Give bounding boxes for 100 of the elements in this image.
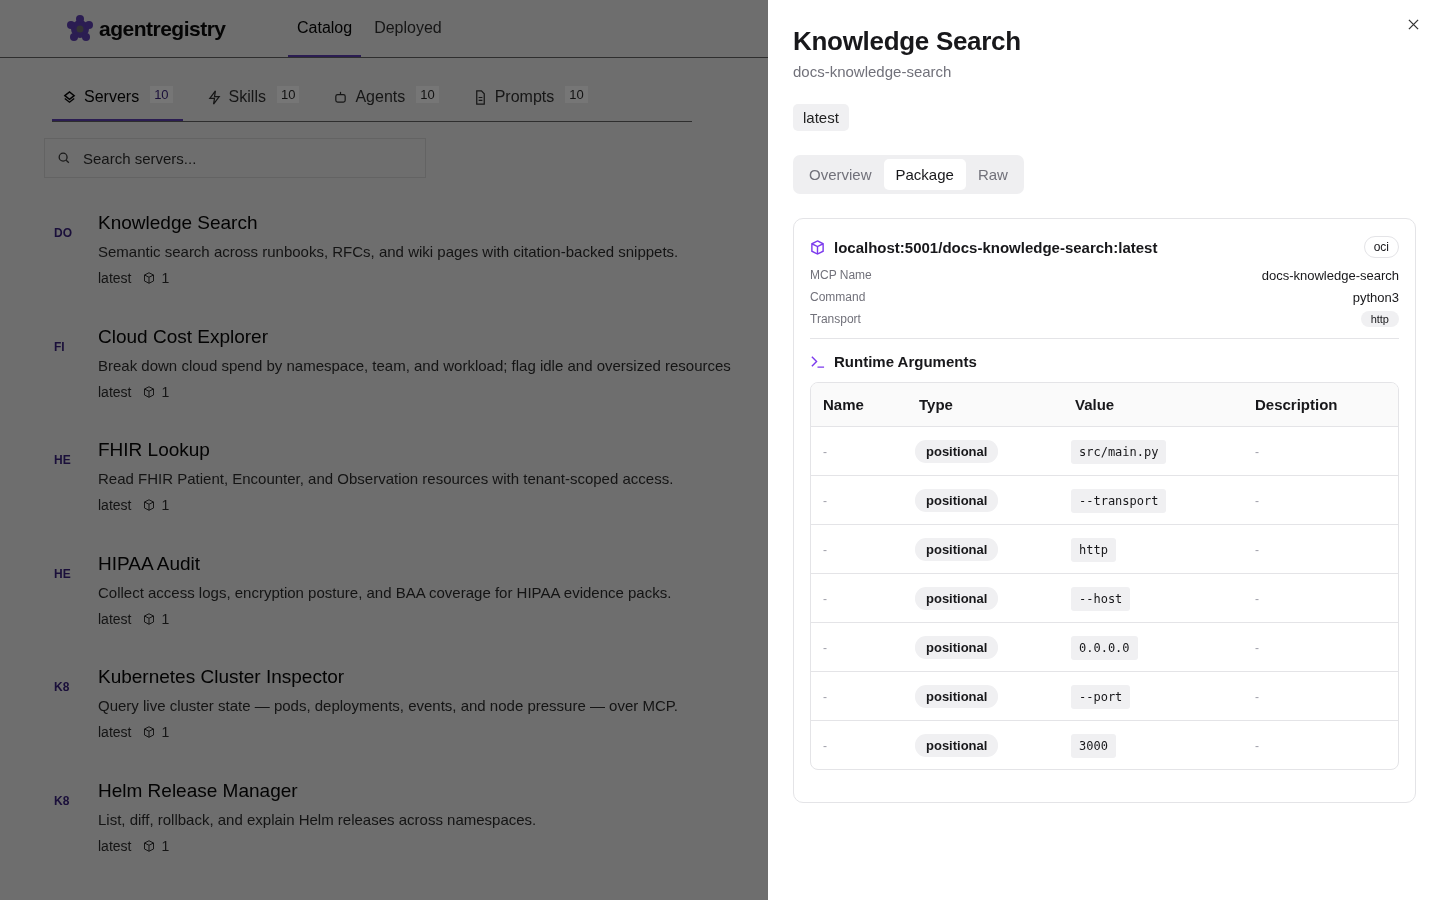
server-initials: DO [53,226,73,242]
table-cell: - [823,739,827,753]
server-title[interactable]: Cloud Cost Explorer [98,325,731,348]
type-badge: positional [915,538,999,561]
server-initials: HE [53,566,72,583]
value-code: --port [1071,685,1131,709]
table-cell: - [1255,543,1259,557]
search-icon [57,151,71,165]
drawer-tab[interactable]: Raw [965,159,1020,190]
value-code: 0.0.0.0 [1071,636,1138,660]
field-label: Transport [810,312,861,326]
server-description: Break down cloud spend by namespace, team, and workload; flag idle and oversized resources [98,356,731,374]
type-badge: positional [915,440,999,463]
server-title[interactable]: Knowledge Search [98,212,679,234]
package-icon [143,272,156,284]
field-label: MCP Name [810,268,872,282]
search-field[interactable]: Search servers... [44,138,426,178]
server-title[interactable]: Kubernetes Cluster Inspector [98,666,678,688]
version-badge: latest [793,104,849,131]
value-code: --host [1071,587,1131,611]
server-description: Read FHIR Patient, Encounter, and Observation resources with tenant-scoped access. [98,470,674,487]
catalog-tab[interactable]: Agents 10 [323,76,449,121]
package-count: 1 [161,610,170,627]
column-header: Value [1063,383,1243,426]
close-icon[interactable] [1406,17,1421,32]
table-cell: - [823,641,827,655]
version-label: latest [98,270,132,286]
table-cell: - [1255,592,1259,606]
column-header: Name [811,383,907,426]
server-title[interactable]: Helm Release Manager [98,779,537,802]
table-cell: - [1255,739,1259,753]
logo-icon [66,14,94,43]
package-identifier: localhost:5001/docs-knowledge-search:latest [834,238,1159,256]
field-value: docs-knowledge-search [1261,267,1399,283]
table-cell: - [823,543,827,557]
catalog-tab[interactable]: Skills 10 [196,76,310,121]
package-icon [143,726,156,738]
version-label: latest [98,497,132,513]
type-badge: positional [915,685,999,708]
catalog-tab[interactable]: Servers 10 [52,76,183,121]
server-initials: K8 [53,680,71,696]
server-initials: HE [53,453,72,469]
package-count: 1 [161,270,170,286]
package-icon [810,239,825,255]
server-description: List, diff, rollback, and explain Helm releases across namespaces. [98,810,537,828]
package-icon [143,385,156,398]
package-count: 1 [161,383,170,400]
terminal-icon [810,354,825,369]
table-cell: - [823,592,827,606]
value-code: http [1071,538,1116,562]
server-description: Semantic search across runbooks, RFCs, and wiki pages with citation-backed snippets. [98,243,679,260]
version-label: latest [98,610,132,627]
server-initials: FI [53,339,66,356]
type-badge: positional [915,734,999,757]
drawer-tab[interactable]: Package [883,159,966,190]
type-badge: positional [915,587,999,610]
server-title[interactable]: FHIR Lookup [98,439,674,461]
table-cell: - [1255,445,1259,459]
server-description: Query live cluster state — pods, deployments, events, and node pressure — over MCP. [98,697,678,714]
table-cell: - [823,494,827,508]
table-cell: - [823,690,827,704]
package-count: 1 [161,497,170,513]
column-header: Type [907,383,1063,426]
layers-icon [62,89,77,105]
count-badge: 10 [565,85,588,103]
version-label: latest [98,724,132,740]
catalog-tab[interactable]: Prompts 10 [462,76,598,121]
nav-link[interactable]: Deployed [365,0,451,57]
drawer-title: Knowledge Search [793,26,1021,57]
drawer-subtitle: docs-knowledge-search [793,63,952,80]
server-description: Collect access logs, encryption posture, and BAA coverage for HIPAA evidence packs. [98,583,672,601]
value-code: --transport [1071,489,1167,513]
package-count: 1 [161,837,170,854]
section-title: Runtime Arguments [834,353,977,370]
table-cell: - [823,445,827,459]
logo-text: agentregistry [99,16,226,41]
table-cell: - [1255,641,1259,655]
value-code: 3000 [1071,734,1116,758]
search-input[interactable]: Search servers... [81,148,405,168]
type-badge: positional [915,489,999,512]
robot-icon [333,89,349,105]
server-title[interactable]: HIPAA Audit [98,552,672,575]
table-cell: - [1255,690,1259,704]
field-label: Command [810,290,866,304]
count-badge: 10 [276,85,300,103]
nav-link[interactable]: Catalog [288,0,362,57]
field-value: python3 [1352,289,1399,305]
drawer-tab[interactable]: Overview [797,159,884,190]
package-icon [143,499,156,511]
type-badge: positional [915,636,999,659]
server-initials: K8 [53,793,71,810]
count-badge: 10 [150,85,173,103]
lightning-icon [206,89,222,105]
value-code: src/main.py [1071,440,1167,464]
version-label: latest [98,383,132,400]
field-badge: http [1360,311,1399,327]
count-badge: 10 [416,85,439,103]
package-icon [143,612,156,625]
table-cell: - [1255,494,1259,508]
version-label: latest [98,837,132,854]
